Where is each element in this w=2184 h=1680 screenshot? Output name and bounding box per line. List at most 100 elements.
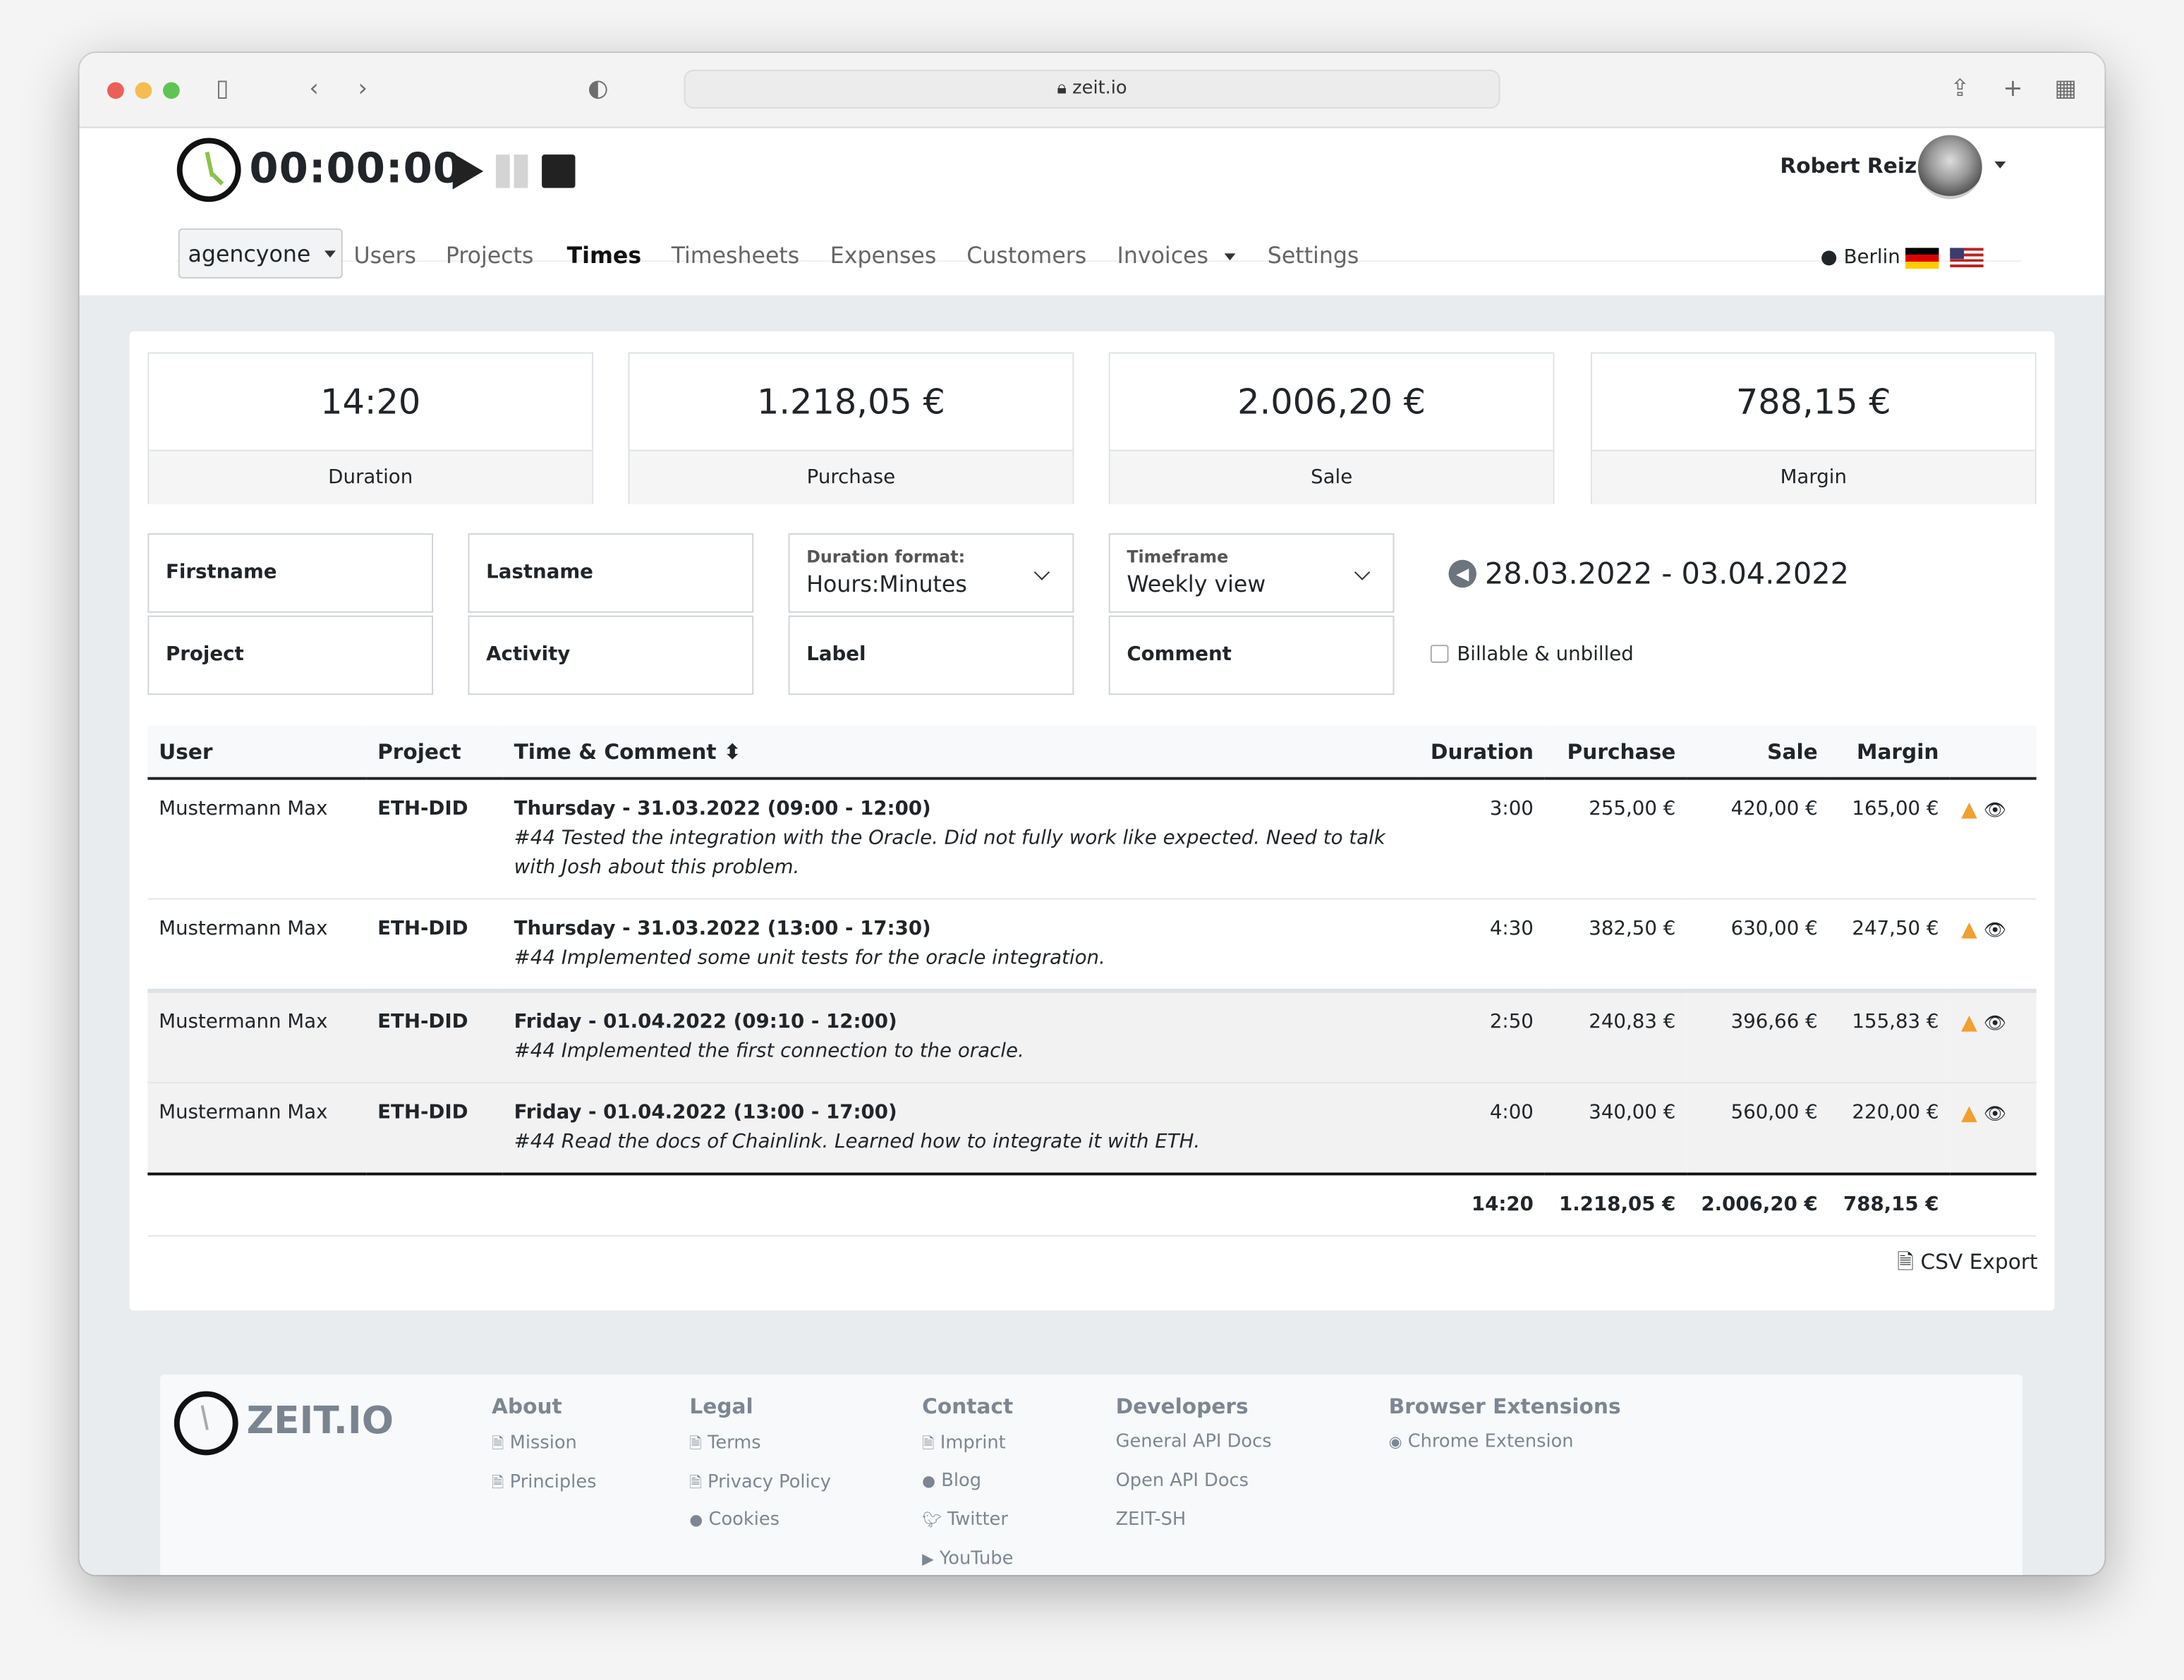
user-menu-caret-icon[interactable] [1994, 162, 2006, 169]
new-tab-icon[interactable]: + [2003, 75, 2022, 103]
csv-export-link[interactable]: 🗎︎ CSV Export [1897, 1248, 2037, 1282]
nav-times[interactable]: Times [567, 243, 642, 269]
footer-heading: Legal [689, 1394, 753, 1420]
warning-icon[interactable]: ▲ [1961, 1010, 1977, 1035]
label-filter[interactable]: Label [788, 615, 1074, 695]
play-button[interactable] [452, 153, 484, 190]
footer-link[interactable]: ZEIT-SH [1116, 1509, 1272, 1548]
nav-timesheets[interactable]: Timesheets [672, 243, 800, 269]
row-duration: 2:50 [1419, 988, 1545, 1084]
share-icon[interactable]: ⇪ [1950, 75, 1970, 103]
footer-heading: About [491, 1394, 562, 1420]
nav-users[interactable]: Users [354, 243, 416, 269]
org-dropdown[interactable]: agencyone [178, 228, 343, 279]
row-purchase: 382,50 € [1544, 899, 1687, 992]
row-purchase: 240,83 € [1544, 988, 1687, 1084]
us-flag-icon[interactable] [1950, 248, 1984, 269]
nav-invoices[interactable]: Invoices [1117, 243, 1208, 269]
lastname-filter[interactable]: Lastname [468, 533, 754, 613]
nav-customers[interactable]: Customers [966, 243, 1086, 269]
nav-settings[interactable]: Settings [1268, 243, 1359, 269]
row-user: Mustermann Max [147, 778, 367, 900]
total-margin: 788,15 € [1828, 1172, 1951, 1237]
col-time-comment[interactable]: Time & Comment ⬍ [502, 725, 1420, 780]
warning-icon[interactable]: ▲ [1961, 1100, 1977, 1126]
footer-link[interactable]: ◉ Chrome Extension [1389, 1432, 1621, 1471]
row-margin: 155,83 € [1828, 988, 1951, 1084]
row-duration: 4:00 [1419, 1083, 1545, 1175]
activity-filter[interactable]: Activity [468, 615, 754, 695]
stop-button[interactable] [542, 154, 576, 188]
table-row[interactable]: Mustermann Max ETH-DID Thursday - 31.03.… [147, 899, 2037, 992]
col-purchase: Purchase [1544, 725, 1687, 780]
link-icon: ◉ [1388, 1432, 1402, 1451]
col-duration: Duration [1419, 725, 1545, 780]
link-icon: 🗎︎ [922, 1434, 935, 1453]
minimize-window-button[interactable] [135, 82, 152, 99]
row-project: ETH-DID [366, 899, 503, 992]
previous-week-icon[interactable]: ◀ [1448, 559, 1476, 588]
warning-icon[interactable]: ▲ [1961, 916, 1977, 942]
link-icon: 🗎︎ [491, 1473, 504, 1492]
address-bar[interactable]: 🔒︎ zeit.io [684, 69, 1500, 109]
footer-link[interactable]: 🐦︎ Twitter [922, 1509, 1013, 1548]
footer-link[interactable]: 🗎︎ Imprint [922, 1432, 1013, 1471]
file-csv-icon: 🗎︎ [1897, 1249, 1915, 1274]
footer-link[interactable]: General API Docs [1116, 1432, 1272, 1471]
row-project: ETH-DID [366, 1083, 503, 1175]
maximize-window-button[interactable] [163, 82, 180, 99]
table-row[interactable]: Mustermann Max ETH-DID Friday - 01.04.20… [147, 1083, 2037, 1175]
row-comment: #44 Implemented some unit tests for the … [514, 946, 1105, 970]
table-row[interactable]: Mustermann Max ETH-DID Friday - 01.04.20… [147, 988, 2037, 1084]
map-pin-icon: ● [1820, 246, 1838, 269]
footer-link[interactable]: Open API Docs [1116, 1471, 1272, 1509]
german-flag-icon[interactable] [1905, 248, 1939, 269]
link-icon: 🗎︎ [491, 1434, 504, 1453]
footer-link[interactable]: 🗎︎ Terms [689, 1432, 831, 1471]
footer-column: Legal 🗎︎ Terms 🗎︎ Privacy Policy ● Cookies [689, 1394, 831, 1548]
app-header: 00:00:00 Robert Reiz [79, 128, 2105, 296]
row-duration: 4:30 [1419, 899, 1545, 992]
location[interactable]: ● Berlin [1821, 246, 1900, 269]
footer-link[interactable]: 🗎︎ Principles [492, 1471, 596, 1509]
checkbox-icon[interactable] [1430, 645, 1449, 663]
firstname-filter[interactable]: Firstname [147, 533, 434, 613]
eye-icon[interactable]: 👁︎ [1984, 1014, 2007, 1035]
eye-icon[interactable]: 👁︎ [1984, 920, 2007, 942]
row-time: Friday - 01.04.2022 (09:10 - 12:00) [514, 1011, 897, 1034]
total-purchase: 1.218,05 € [1544, 1172, 1687, 1237]
shield-icon[interactable]: ◐ [588, 75, 608, 103]
times-card: 14:20 Duration 1.218,05 € Purchase 2.006,2… [129, 331, 2055, 1311]
duration-format-select[interactable]: Duration format: Hours:Minutes [788, 533, 1074, 613]
tab-overview-icon[interactable]: ▦ [2054, 75, 2077, 103]
eye-icon[interactable]: 👁︎ [1984, 801, 2007, 822]
col-user[interactable]: User [147, 725, 367, 780]
table-row[interactable]: Mustermann Max ETH-DID Thursday - 31.03.… [147, 778, 2037, 900]
comment-filter[interactable]: Comment [1108, 615, 1395, 695]
pause-button[interactable] [495, 154, 529, 188]
forward-icon[interactable]: › [358, 75, 367, 103]
row-time: Thursday - 31.03.2022 (09:00 - 12:00) [514, 798, 931, 820]
footer-link[interactable]: 🗎︎ Mission [492, 1432, 596, 1471]
timeframe-select[interactable]: Timeframe Weekly view [1108, 533, 1395, 613]
back-icon[interactable]: ‹ [309, 75, 318, 103]
footer-link[interactable]: ▶ YouTube [922, 1549, 1013, 1576]
close-window-button[interactable] [107, 82, 124, 99]
warning-icon[interactable]: ▲ [1961, 796, 1977, 822]
eye-icon[interactable]: 👁︎ [1984, 1104, 2007, 1126]
footer-link[interactable]: ● Cookies [689, 1509, 831, 1548]
avatar[interactable] [1917, 135, 1982, 200]
sort-icon[interactable]: ⬍ [724, 738, 741, 764]
footer-link[interactable]: ● Blog [922, 1471, 1013, 1509]
footer-link[interactable]: 🗎︎ Privacy Policy [689, 1471, 831, 1509]
link-icon: ▶ [922, 1550, 934, 1569]
project-filter[interactable]: Project [147, 615, 434, 695]
billable-checkbox[interactable]: Billable & unbilled [1430, 643, 1634, 666]
row-margin: 165,00 € [1828, 778, 1951, 900]
user-name[interactable]: Robert Reiz [1780, 153, 1917, 178]
col-project[interactable]: Project [366, 725, 503, 780]
sidebar-icon[interactable]: ▯ [216, 75, 229, 103]
nav-projects[interactable]: Projects [446, 243, 534, 269]
footer-column: Contact 🗎︎ Imprint ● Blog 🐦︎ Twitter ▶ YouTu… [922, 1394, 1013, 1575]
nav-expenses[interactable]: Expenses [830, 243, 937, 269]
